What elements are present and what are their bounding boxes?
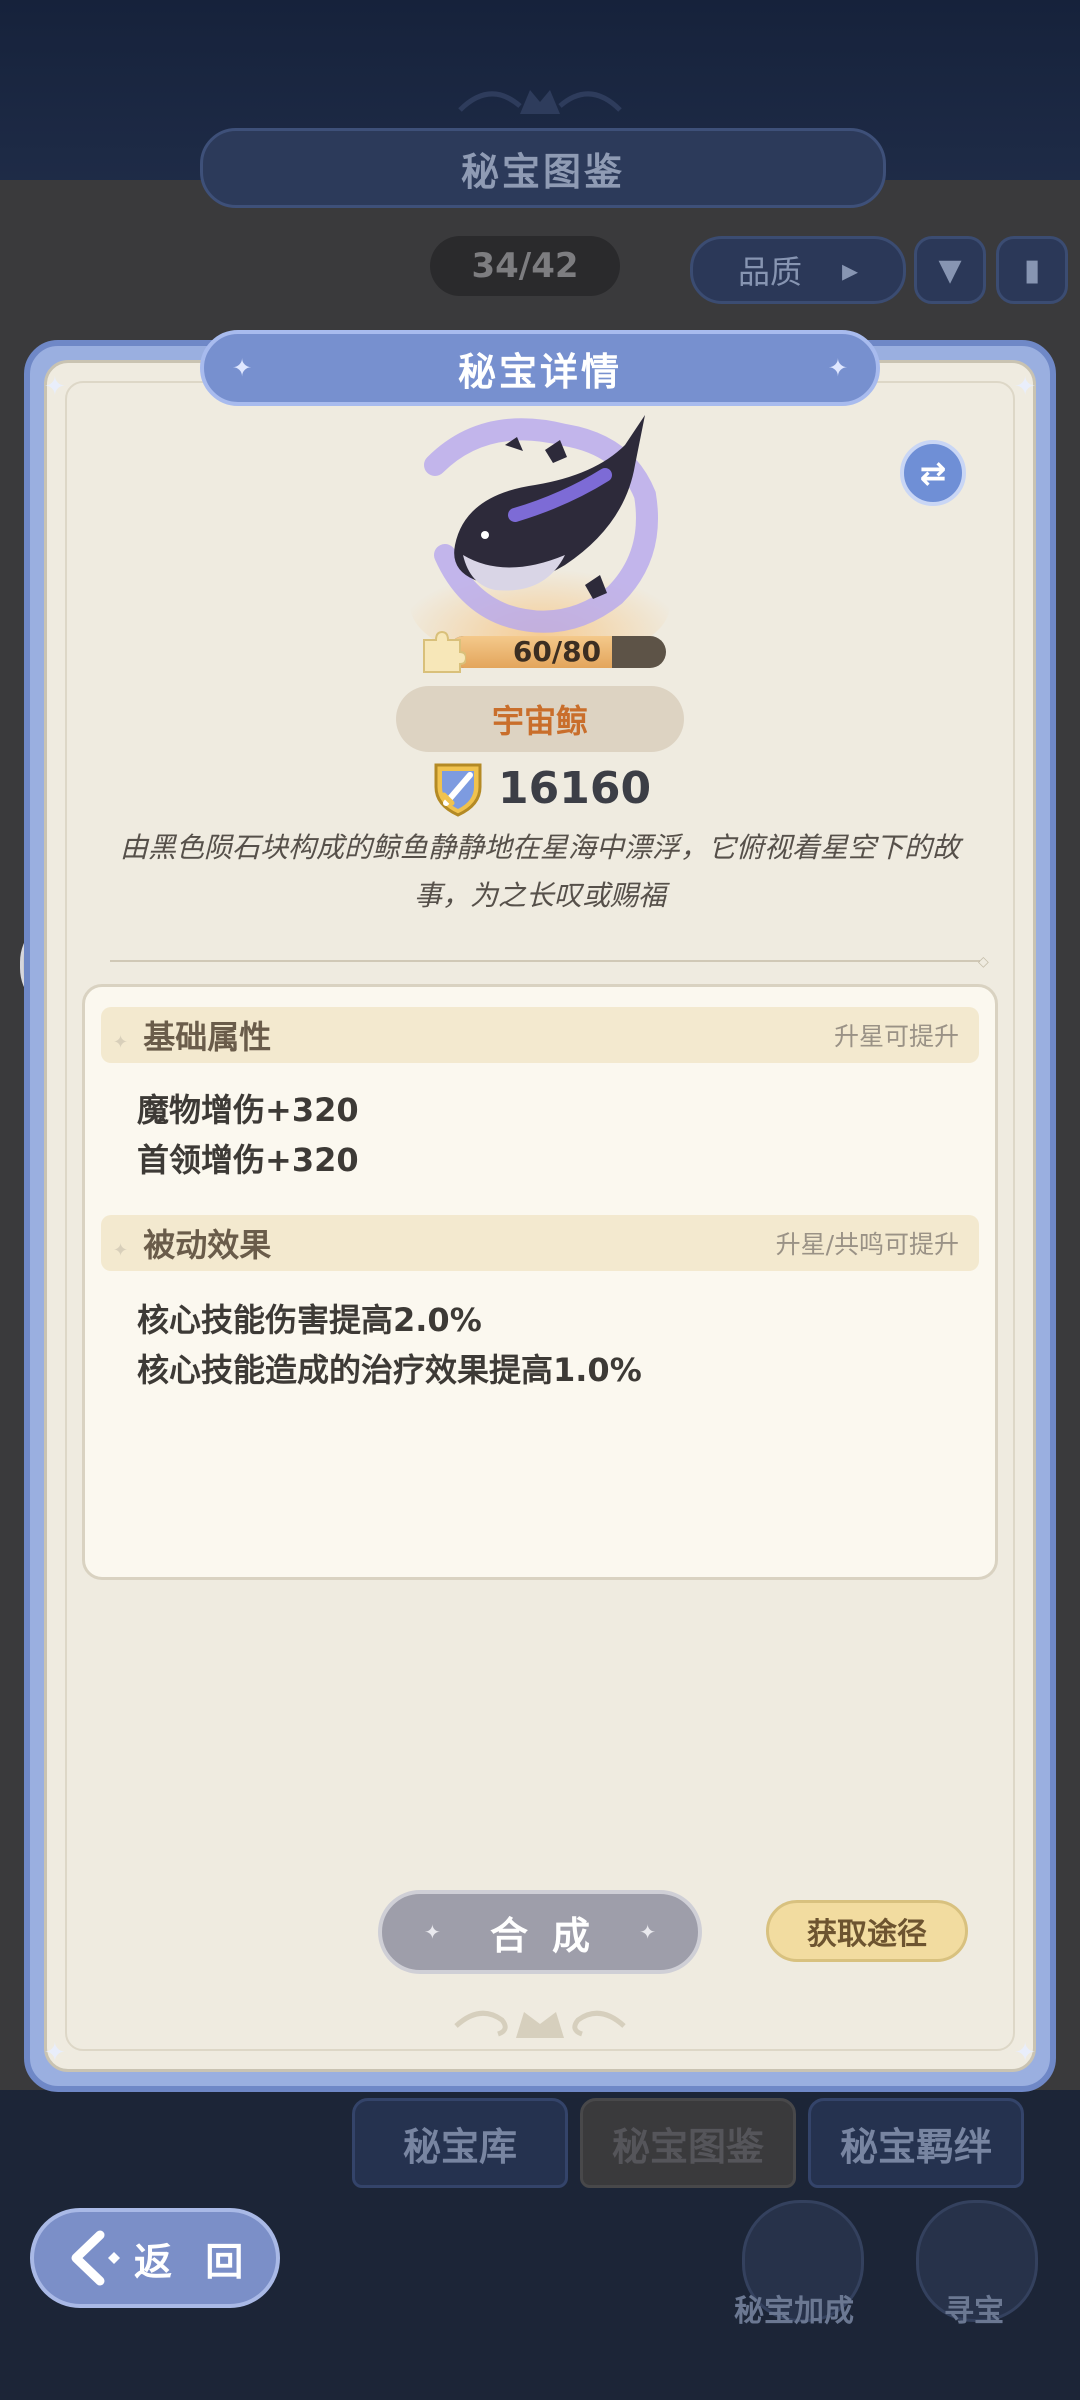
back-arrow-icon [71, 2230, 120, 2286]
tab-treasure-codex[interactable]: 秘宝图鉴 [580, 2098, 796, 2188]
tab-treasure-vault[interactable]: 秘宝库 [352, 2098, 568, 2188]
basic-attribute-line: 首领增伤+320 [137, 1141, 359, 1179]
title-star-icon: ✦ [232, 354, 253, 382]
book-icon: ▮ [1023, 252, 1041, 288]
background-title-bar: 秘宝图鉴 [200, 128, 886, 208]
divider [110, 960, 980, 962]
passive-effects-header: ✦ 被动效果 升星/共鸣可提升 [101, 1215, 979, 1271]
quality-filter-label: 品质 [737, 253, 802, 291]
swap-arrows-icon: ⇄ [919, 454, 947, 492]
power-value: 16160 [498, 762, 652, 814]
header-ornament-icon [458, 90, 622, 114]
modal-title: 秘宝详情 [457, 349, 622, 394]
attributes-panel: ✦ 基础属性 升星可提升 魔物增伤+320 首领增伤+320 ✦ 被动效果 升星… [82, 984, 998, 1580]
title-star-icon: ✦ [827, 354, 848, 382]
sword-shield-icon [434, 763, 482, 817]
corner-star-icon: ✦ [1014, 372, 1036, 402]
cosmic-whale-image [410, 415, 670, 665]
synthesize-label: 合成 [489, 1913, 614, 1958]
quality-filter-button[interactable]: 品质 ▸ [690, 236, 906, 304]
basic-attributes-note: 升星可提升 [833, 1022, 959, 1051]
collection-counter: 34/42 [430, 236, 620, 296]
passive-effects-title: 被动效果 [143, 1226, 272, 1264]
treasure-bonus-label: 秘宝加成 [734, 2294, 854, 2329]
sparkle-icon: ✦ [424, 1920, 465, 1944]
basic-attribute-line: 魔物增伤+320 [137, 1091, 359, 1129]
shard-progress: 60/80 [418, 630, 666, 674]
sparkle-icon: ✦ [639, 1920, 680, 1944]
book-button[interactable]: ▮ [996, 236, 1068, 304]
passive-effects-note: 升星/共鸣可提升 [775, 1230, 959, 1259]
sparkle-icon: ✦ [113, 1240, 129, 1261]
corner-star-icon: ✦ [1014, 2038, 1036, 2068]
treasure-description: 由黑色陨石块构成的鲸鱼静静地在星海中漂浮，它俯视着星空下的故事，为之长叹或赐福 [120, 831, 961, 912]
background-title: 秘宝图鉴 [460, 149, 625, 194]
filter-icon: ▼ [938, 252, 962, 288]
basic-attributes-header: ✦ 基础属性 升星可提升 [101, 1007, 979, 1063]
back-button[interactable]: 返 回 [30, 2208, 280, 2308]
sparkle-icon: ✦ [113, 1032, 129, 1053]
passive-effect-line: 核心技能伤害提高2.0% [137, 1301, 482, 1339]
power-row: 16160 [430, 756, 651, 820]
progress-text: 60/80 [512, 635, 602, 668]
treasure-name: 宇宙鲸 [396, 686, 684, 752]
basic-attributes-title: 基础属性 [143, 1018, 272, 1056]
puzzle-piece-icon [423, 630, 466, 673]
back-label: 返 回 [134, 2239, 254, 2284]
divider-diamond-icon: ◇ [978, 954, 989, 970]
synthesize-button[interactable]: ✦ 合成 ✦ [378, 1890, 702, 1974]
modal-title-bar: ✦ 秘宝详情 ✦ [200, 330, 880, 406]
tab-treasure-bonds[interactable]: 秘宝羁绊 [808, 2098, 1024, 2188]
obtain-source-button[interactable]: 获取途径 [766, 1900, 968, 1962]
passive-effect-line: 核心技能造成的治疗效果提高1.0% [137, 1351, 642, 1389]
corner-star-icon: ✦ [44, 372, 66, 402]
corner-star-icon: ✦ [44, 2038, 66, 2068]
treasure-hunt-label: 寻宝 [944, 2294, 1004, 2329]
footer-ornament-icon [454, 2010, 626, 2038]
bottom-tab-bar: 秘宝库 秘宝图鉴 秘宝羁绊 [352, 2098, 1024, 2188]
chevron-right-icon: ▸ [841, 251, 859, 289]
swap-button[interactable]: ⇄ [900, 440, 966, 506]
filter-button[interactable]: ▼ [914, 236, 986, 304]
